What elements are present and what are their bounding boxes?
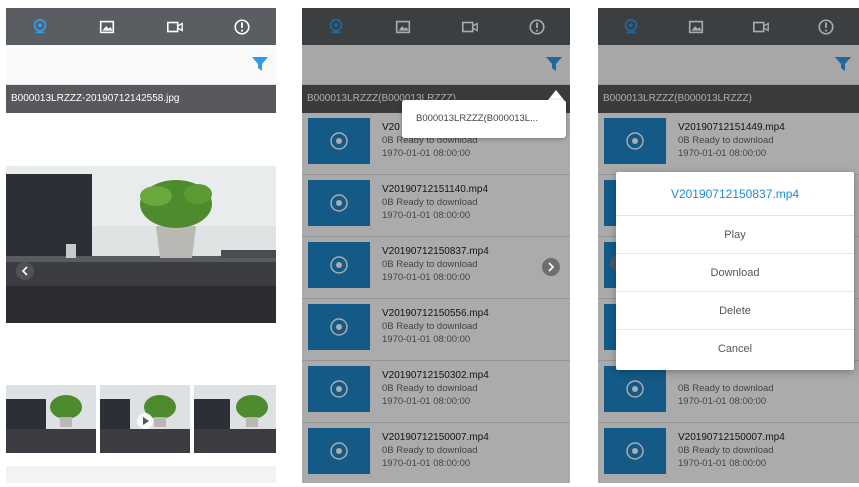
- previous-photo-button[interactable]: [16, 262, 34, 280]
- dialog-title: V20190712150837.mp4: [616, 172, 854, 216]
- photo-preview[interactable]: [6, 166, 276, 323]
- image-icon[interactable]: [97, 17, 117, 37]
- file-action-dialog: V20190712150837.mp4 Play Download Delete…: [616, 172, 854, 370]
- play-button[interactable]: Play: [616, 216, 854, 254]
- info-icon[interactable]: [232, 17, 252, 37]
- popup-arrow: [548, 90, 564, 100]
- photo-viewer-screen: B000013LRZZZ-20190712142558.jpg: [6, 8, 276, 483]
- video-icon[interactable]: [165, 17, 185, 37]
- next-page-button[interactable]: [542, 258, 560, 276]
- video-list-screen-popup: B000013LRZZZ(B000013LRZZZ) V20 0B Ready …: [302, 8, 570, 483]
- thumbnail-item[interactable]: [194, 385, 276, 453]
- cancel-button[interactable]: Cancel: [616, 330, 854, 368]
- top-tab-bar: [6, 8, 276, 45]
- filter-bar: [6, 45, 276, 85]
- delete-button[interactable]: Delete: [616, 292, 854, 330]
- dim-overlay[interactable]: [302, 8, 570, 483]
- bottom-strip: [6, 466, 276, 483]
- thumbnail-item[interactable]: [100, 385, 190, 453]
- video-list-screen-dialog: B000013LRZZZ(B000013LRZZZ) V201907121514…: [598, 8, 859, 483]
- thumbnail-strip: [6, 385, 276, 453]
- thumbnail-item[interactable]: [6, 385, 96, 453]
- filter-icon[interactable]: [252, 57, 268, 71]
- camera-icon[interactable]: [30, 17, 50, 37]
- download-button[interactable]: Download: [616, 254, 854, 292]
- file-name-bar: B000013LRZZZ-20190712142558.jpg: [6, 85, 276, 113]
- device-popup[interactable]: B000013LRZZZ(B000013L...: [402, 100, 566, 138]
